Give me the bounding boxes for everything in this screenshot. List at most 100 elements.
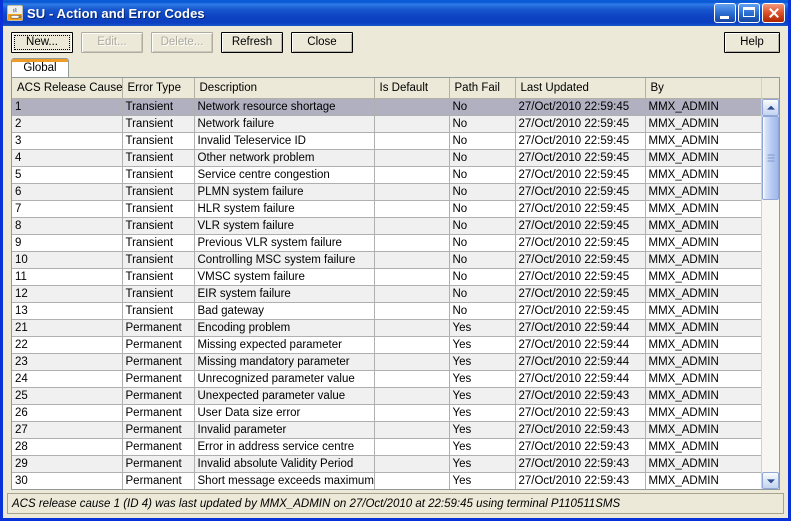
cell-description: Network resource shortage <box>194 98 375 116</box>
cell-description: Unexpected parameter value <box>194 387 375 405</box>
refresh-button[interactable]: Refresh <box>221 31 283 53</box>
table-row[interactable]: 21 Permanent Encoding problem Yes 27/Oct/201… <box>12 319 761 337</box>
scroll-down-arrow-icon[interactable] <box>762 472 779 489</box>
cell-acs-release-cause: 22 <box>12 336 123 354</box>
cell-path-fail: No <box>449 183 516 201</box>
table-row[interactable]: 22 Permanent Missing expected parameter Yes… <box>12 336 761 354</box>
cell-by: MMX_ADMIN <box>645 268 761 286</box>
cell-acs-release-cause: 9 <box>12 234 123 252</box>
cell-is-default <box>374 268 450 286</box>
column-header-error-type[interactable]: Error Type <box>122 78 195 99</box>
cell-by: MMX_ADMIN <box>645 455 761 473</box>
dialog-window: SU - Action and Error Codes New... Edit.… <box>0 0 791 521</box>
cell-error-type: Transient <box>122 302 195 320</box>
cell-is-default <box>374 217 450 235</box>
table-row[interactable]: 3 Transient Invalid Teleservice ID No 27/Oct… <box>12 132 761 150</box>
cell-error-type: Permanent <box>122 336 195 354</box>
cell-description: Unrecognized parameter value <box>194 370 375 388</box>
cell-by: MMX_ADMIN <box>645 370 761 388</box>
table-row[interactable]: 12 Transient EIR system failure No 27/Oct/20… <box>12 285 761 303</box>
cell-by: MMX_ADMIN <box>645 200 761 218</box>
cell-last-updated: 27/Oct/2010 22:59:44 <box>515 353 646 371</box>
cell-path-fail: Yes <box>449 455 516 473</box>
cell-path-fail: No <box>449 115 516 133</box>
cell-error-type: Transient <box>122 234 195 252</box>
table-row[interactable]: 8 Transient VLR system failure No 27/Oct/201… <box>12 217 761 235</box>
column-header-path-fail[interactable]: Path Fail <box>449 78 516 99</box>
cell-path-fail: Yes <box>449 421 516 439</box>
toolbar: New... Edit... Delete... Refresh Close H… <box>3 26 788 58</box>
cell-path-fail: Yes <box>449 370 516 388</box>
cell-path-fail: No <box>449 132 516 150</box>
table-row[interactable]: 6 Transient PLMN system failure No 27/Oct/20… <box>12 183 761 201</box>
table-row[interactable]: 25 Permanent Unexpected parameter value Yes… <box>12 387 761 405</box>
cell-acs-release-cause: 23 <box>12 353 123 371</box>
cell-error-type: Permanent <box>122 455 195 473</box>
scrollbar-track[interactable] <box>762 116 779 472</box>
table-row[interactable]: 13 Transient Bad gateway No 27/Oct/2010 22:5… <box>12 302 761 320</box>
cell-error-type: Transient <box>122 268 195 286</box>
table-body: 1 Transient Network resource shortage No 27/… <box>12 98 761 489</box>
cell-path-fail: No <box>449 285 516 303</box>
table-row[interactable]: 9 Transient Previous VLR system failure No 2… <box>12 234 761 252</box>
table-row[interactable]: 10 Transient Controlling MSC system failur… <box>12 251 761 269</box>
tab-global[interactable]: Global <box>11 58 69 77</box>
table-row[interactable]: 28 Permanent Error in address service cent… <box>12 438 761 456</box>
data-table: ACS Release Cause Error Type Description… <box>12 78 761 489</box>
table-row[interactable]: 29 Permanent Invalid absolute Validity Per… <box>12 455 761 473</box>
cell-path-fail: No <box>449 98 516 116</box>
table-header: ACS Release Cause Error Type Description… <box>12 78 761 99</box>
table-row[interactable]: 1 Transient Network resource shortage No 27/… <box>12 98 761 116</box>
table-row[interactable]: 23 Permanent Missing mandatory parameter Ye… <box>12 353 761 371</box>
table-row[interactable]: 24 Permanent Unrecognized parameter value Y… <box>12 370 761 388</box>
minimize-button[interactable] <box>714 3 736 23</box>
column-header-description[interactable]: Description <box>194 78 375 99</box>
column-header-is-default[interactable]: Is Default <box>374 78 450 99</box>
table-row[interactable]: 5 Transient Service centre congestion No 27/… <box>12 166 761 184</box>
cell-last-updated: 27/Oct/2010 22:59:44 <box>515 319 646 337</box>
cell-acs-release-cause: 7 <box>12 200 123 218</box>
maximize-button[interactable] <box>738 3 760 23</box>
cell-path-fail: No <box>449 251 516 269</box>
cell-last-updated: 27/Oct/2010 22:59:43 <box>515 404 646 422</box>
cell-is-default <box>374 319 450 337</box>
column-header-acs-release-cause[interactable]: ACS Release Cause <box>12 78 123 99</box>
window-title: SU - Action and Error Codes <box>27 5 205 21</box>
cell-by: MMX_ADMIN <box>645 472 761 489</box>
table-row[interactable]: 27 Permanent Invalid parameter Yes 27/Oct/20… <box>12 421 761 439</box>
vertical-scrollbar[interactable] <box>761 78 779 489</box>
help-button[interactable]: Help <box>724 31 780 53</box>
table-row[interactable]: 11 Transient VMSC system failure No 27/Oct/2… <box>12 268 761 286</box>
cell-by: MMX_ADMIN <box>645 166 761 184</box>
cell-last-updated: 27/Oct/2010 22:59:43 <box>515 421 646 439</box>
column-header-last-updated[interactable]: Last Updated <box>515 78 646 99</box>
cell-error-type: Transient <box>122 132 195 150</box>
cell-path-fail: Yes <box>449 387 516 405</box>
column-header-by[interactable]: By <box>645 78 761 99</box>
cell-is-default <box>374 285 450 303</box>
cell-acs-release-cause: 28 <box>12 438 123 456</box>
table-row[interactable]: 4 Transient Other network problem No 27/Oct/… <box>12 149 761 167</box>
table-row[interactable]: 2 Transient Network failure No 27/Oct/2010 2… <box>12 115 761 133</box>
cell-error-type: Permanent <box>122 404 195 422</box>
cell-path-fail: Yes <box>449 336 516 354</box>
cell-description: EIR system failure <box>194 285 375 303</box>
close-icon <box>763 4 784 22</box>
scroll-up-arrow-icon[interactable] <box>762 99 779 116</box>
cell-last-updated: 27/Oct/2010 22:59:45 <box>515 285 646 303</box>
cell-acs-release-cause: 21 <box>12 319 123 337</box>
cell-description: Network failure <box>194 115 375 133</box>
scrollbar-thumb[interactable] <box>762 116 779 200</box>
cell-acs-release-cause: 2 <box>12 115 123 133</box>
cell-path-fail: Yes <box>449 404 516 422</box>
table-row[interactable]: 26 Permanent User Data size error Yes 27/Oct… <box>12 404 761 422</box>
cell-error-type: Permanent <box>122 472 195 489</box>
close-button[interactable]: Close <box>291 31 353 53</box>
cell-last-updated: 27/Oct/2010 22:59:44 <box>515 370 646 388</box>
close-window-button[interactable] <box>762 3 785 23</box>
table-row[interactable]: 30 Permanent Short message exceeds maximum… <box>12 472 761 489</box>
cell-is-default <box>374 387 450 405</box>
new-button[interactable]: New... <box>11 31 73 53</box>
cell-acs-release-cause: 1 <box>12 98 123 116</box>
table-row[interactable]: 7 Transient HLR system failure No 27/Oct/201… <box>12 200 761 218</box>
